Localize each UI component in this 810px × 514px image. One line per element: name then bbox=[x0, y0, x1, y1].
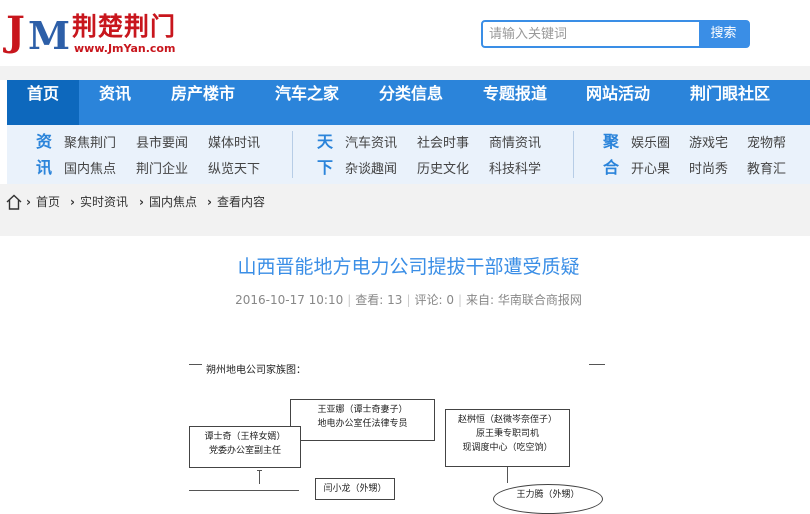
subnav-link[interactable]: 聚焦荆门 bbox=[64, 136, 116, 152]
article-image-family-tree: 朔州地电公司家族图： 王亚娜（谭士奇妻子） 地电办公室任法律专员 赵桝恒（赵微岑… bbox=[177, 354, 607, 514]
breadcrumb-current: 查看内容 bbox=[217, 195, 266, 209]
breadcrumb: › 首页 › 实时资讯 › 国内焦点 › 查看内容 bbox=[0, 184, 810, 220]
diagram-box-text: 赵桝恒（赵微岑奈侄子） bbox=[457, 415, 557, 425]
site-url: www.JmYan.com bbox=[74, 42, 176, 55]
nav-item-events[interactable]: 网站活动 bbox=[576, 80, 660, 125]
subnav-label-world-bottom: 下 bbox=[317, 158, 334, 177]
diagram-arrow-head bbox=[257, 470, 262, 471]
diagram-ellipse: 王力腾（外甥） bbox=[493, 484, 603, 514]
subnav-link[interactable]: 社会时事 bbox=[417, 136, 469, 152]
subnav-label-news-top: 资 bbox=[36, 132, 53, 151]
subnav-link[interactable]: 时尚秀 bbox=[689, 162, 728, 178]
article-meta: 2016-10-17 10:10 | 查看: 13 | 评论: 0 | 来自: 华南联合商报… bbox=[235, 293, 582, 307]
diagram-box-text: 现调度中心（吃空饷） bbox=[462, 443, 553, 453]
chevron-right-icon: › bbox=[139, 195, 144, 209]
subnav-link[interactable]: 科技科学 bbox=[489, 162, 541, 178]
diagram-box: 谭士奇（王梓女婿） 党委办公室副主任 bbox=[189, 426, 301, 468]
subnav-link[interactable]: 县市要闻 bbox=[136, 136, 188, 152]
subnav-link[interactable]: 荆门企业 bbox=[136, 162, 188, 178]
diagram-box-text: 原王秉专职司机 bbox=[475, 429, 539, 439]
subnav-link[interactable]: 国内焦点 bbox=[64, 162, 116, 178]
nav-item-auto[interactable]: 汽车之家 bbox=[265, 80, 349, 125]
diagram-rule bbox=[189, 364, 202, 365]
subnav-divider bbox=[292, 131, 293, 178]
diagram-box: 王亚娜（谭士奇妻子） 地电办公室任法律专员 bbox=[290, 399, 435, 441]
diagram-box-text: 闫小龙（外甥） bbox=[323, 484, 387, 494]
subnav-link[interactable]: 汽车资讯 bbox=[345, 136, 397, 152]
nav-item-realestate[interactable]: 房产楼市 bbox=[161, 80, 245, 125]
subnav-link[interactable]: 娱乐圈 bbox=[631, 136, 670, 152]
diagram-rule bbox=[589, 364, 605, 365]
main-nav: 首页 资讯 房产楼市 汽车之家 分类信息 专题报道 网站活动 荆门眼社区 bbox=[7, 80, 810, 125]
article-title: 山西晋能地方电力公司提拔干部遭受质疑 bbox=[237, 256, 580, 278]
subnav-link[interactable]: 商情资讯 bbox=[489, 136, 541, 152]
diagram-connector bbox=[507, 467, 508, 483]
subnav-link[interactable]: 杂谈趣闻 bbox=[345, 162, 397, 178]
subnav-label-mix-bottom: 合 bbox=[603, 158, 620, 177]
diagram-box-text: 党委办公室副主任 bbox=[208, 446, 281, 456]
diagram-box-text: 王力腾（外甥） bbox=[516, 490, 580, 500]
search-button[interactable]: 搜索 bbox=[699, 22, 748, 46]
subnav-label-news-bottom: 讯 bbox=[36, 158, 53, 177]
article-date: 2016-10-17 10:10 bbox=[235, 293, 344, 307]
article-comments[interactable]: 评论: 0 bbox=[414, 293, 454, 307]
home-icon[interactable] bbox=[6, 194, 22, 210]
breadcrumb-item[interactable]: 实时资讯 bbox=[80, 194, 128, 210]
subnav-link[interactable]: 游戏宅 bbox=[689, 136, 728, 152]
diagram-box: 赵桝恒（赵微岑奈侄子） 原王秉专职司机 现调度中心（吃空饷） bbox=[445, 409, 570, 467]
article-source: 来自: 华南联合商报网 bbox=[466, 293, 582, 307]
diagram-heading: 朔州地电公司家族图： bbox=[206, 365, 306, 376]
nav-item-topics[interactable]: 专题报道 bbox=[473, 80, 557, 125]
subnav-link[interactable]: 纵览天下 bbox=[208, 162, 260, 178]
subnav-label-mix-top: 聚 bbox=[603, 132, 620, 151]
nav-item-classifieds[interactable]: 分类信息 bbox=[369, 80, 453, 125]
subnav-label-world-top: 天 bbox=[317, 132, 334, 151]
subnav-link[interactable]: 宠物帮 bbox=[747, 136, 786, 152]
subnav-divider bbox=[573, 131, 574, 178]
logo-mark: JM bbox=[6, 8, 71, 58]
breadcrumb-item[interactable]: 首页 bbox=[36, 194, 60, 210]
breadcrumb-item[interactable]: 国内焦点 bbox=[149, 194, 197, 210]
nav-item-news[interactable]: 资讯 bbox=[87, 80, 143, 125]
site-header: JM 荆楚荆门 www.JmYan.com 搜索 bbox=[0, 0, 810, 68]
chevron-right-icon: › bbox=[207, 195, 212, 209]
subnav-link[interactable]: 开心果 bbox=[631, 162, 670, 178]
subnav-link[interactable]: 媒体时讯 bbox=[208, 136, 260, 152]
diagram-box-text: 王亚娜（谭士奇妻子） bbox=[317, 405, 408, 415]
diagram-box-text: 谭士奇（王梓女婿） bbox=[204, 432, 286, 442]
content-gap bbox=[0, 220, 810, 236]
article: 山西晋能地方电力公司提拔干部遭受质疑 2016-10-17 10:10 | 查看: … bbox=[7, 236, 810, 514]
site-logo[interactable]: JM 荆楚荆门 www.JmYan.com bbox=[6, 10, 176, 56]
search-box: 搜索 bbox=[481, 20, 750, 48]
diagram-rule bbox=[189, 490, 299, 491]
site-name: 荆楚荆门 bbox=[72, 12, 177, 41]
nav-item-home[interactable]: 首页 bbox=[7, 80, 79, 125]
chevron-right-icon: › bbox=[26, 195, 31, 209]
header-separator bbox=[0, 66, 810, 80]
nav-item-community[interactable]: 荆门眼社区 bbox=[679, 80, 781, 125]
chevron-right-icon: › bbox=[70, 195, 75, 209]
diagram-box: 闫小龙（外甥） bbox=[315, 478, 395, 500]
diagram-connector bbox=[259, 470, 260, 484]
article-views: 查看: 13 bbox=[355, 293, 403, 307]
search-input[interactable] bbox=[483, 22, 699, 46]
subnav-link[interactable]: 教育汇 bbox=[747, 162, 786, 178]
diagram-box-text: 地电办公室任法律专员 bbox=[317, 419, 408, 429]
subnav-link[interactable]: 历史文化 bbox=[417, 162, 469, 178]
sub-nav: 资 讯 聚焦荆门 县市要闻 媒体时讯 国内焦点 荆门企业 纵览天下 天 下 汽车… bbox=[7, 125, 810, 184]
